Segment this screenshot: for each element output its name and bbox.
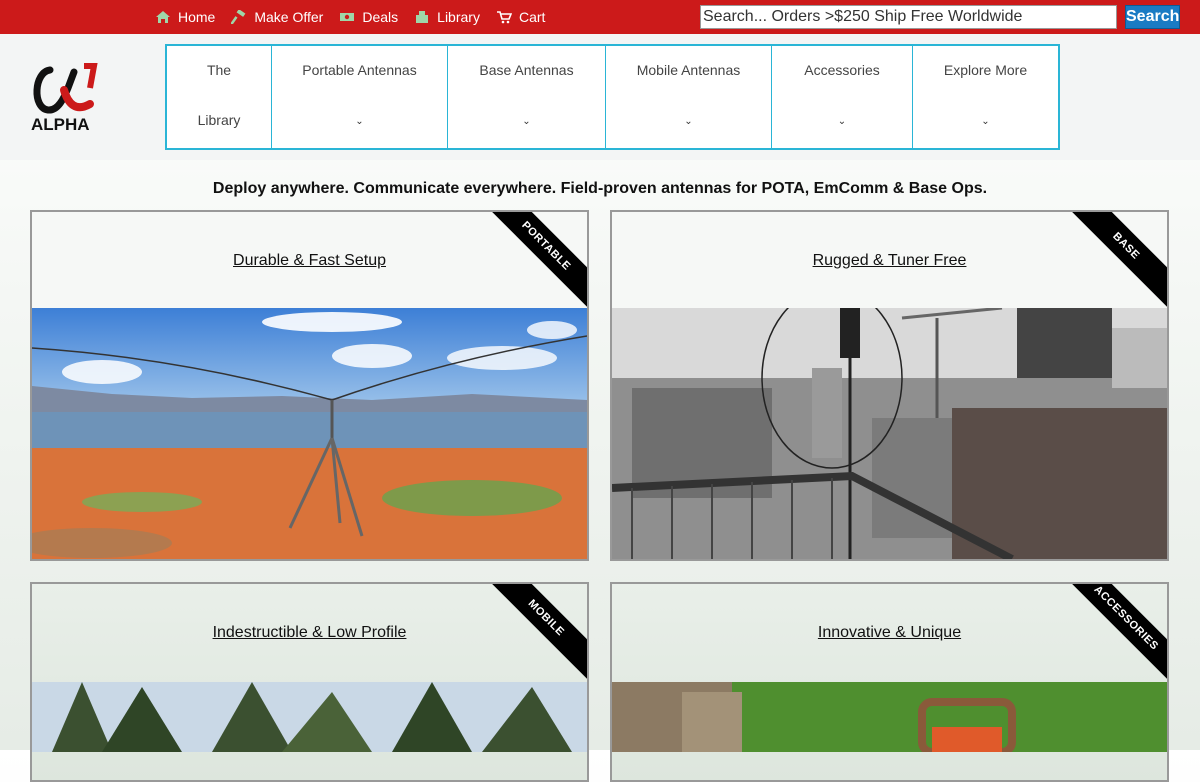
nav-the-library-line2: Library	[197, 112, 241, 128]
chevron-down-icon: ⌄	[355, 116, 364, 127]
accessories-photo	[612, 682, 1167, 752]
top-bar: Home Make Offer Deals Library Cart Searc…	[0, 0, 1200, 34]
nav-the-library-line1: The	[206, 62, 232, 78]
topnav-home[interactable]: Home	[155, 9, 215, 25]
base-antenna-photo	[612, 308, 1167, 559]
money-icon	[340, 13, 355, 21]
home-icon	[156, 11, 170, 23]
tagline: Deploy anywhere. Communicate everywhere.…	[212, 180, 988, 197]
card-base[interactable]: Rugged & Tuner Free BASE	[610, 210, 1169, 561]
nav-portable-antennas[interactable]: Portable Antennas ⌄	[272, 46, 448, 148]
search-input[interactable]	[700, 5, 1117, 29]
nav-base-antennas[interactable]: Base Antennas ⌄	[448, 46, 606, 148]
topnav-make-offer[interactable]: Make Offer	[231, 9, 323, 25]
topnav-make-offer-label: Make Offer	[254, 9, 324, 25]
nav-explore-more[interactable]: Explore More ⌄	[913, 46, 1058, 148]
card-mobile[interactable]: Indestructible & Low Profile MOBILE	[30, 582, 589, 782]
header: ALPHA The Library Portable Antennas ⌄ Ba…	[0, 34, 1200, 160]
alpha-logo[interactable]: ALPHA	[28, 60, 103, 134]
topnav-library-label: Library	[437, 9, 480, 25]
card-title[interactable]: Indestructible & Low Profile	[32, 624, 587, 642]
nav-mobile-antennas[interactable]: Mobile Antennas ⌄	[606, 46, 772, 148]
chevron-down-icon: ⌄	[684, 116, 693, 127]
mobile-antenna-photo	[32, 682, 587, 752]
chevron-down-icon: ⌄	[522, 116, 531, 127]
nav-accessories[interactable]: Accessories ⌄	[772, 46, 913, 148]
topnav-cart[interactable]: Cart	[496, 9, 545, 25]
card-portable[interactable]: Durable & Fast Setup PORTABLE	[30, 210, 589, 561]
alpha-logo-mark: ALPHA	[31, 63, 98, 134]
top-nav: Home Make Offer Deals Library Cart	[155, 0, 561, 34]
books-icon	[416, 11, 429, 23]
topnav-deals[interactable]: Deals	[339, 9, 398, 25]
chevron-down-icon: ⌄	[981, 116, 990, 127]
chevron-down-icon: ⌄	[837, 116, 847, 127]
nav-portable-antennas-label: Portable Antennas	[302, 62, 417, 78]
topnav-library[interactable]: Library	[414, 9, 480, 25]
card-accessories[interactable]: Innovative & Unique ACCESSORIES	[610, 582, 1169, 782]
topnav-cart-label: Cart	[518, 9, 546, 25]
nav-accessories-label: Accessories	[804, 62, 880, 78]
hammer-icon	[231, 10, 246, 24]
main-nav: The Library Portable Antennas ⌄ Base Ant…	[165, 44, 1060, 150]
alpha-logo-text: ALPHA	[31, 115, 90, 134]
card-title[interactable]: Rugged & Tuner Free	[612, 252, 1167, 270]
nav-the-library[interactable]: The Library	[167, 46, 272, 148]
topnav-deals-label: Deals	[362, 9, 399, 25]
portable-antenna-photo	[32, 308, 587, 559]
nav-explore-more-label: Explore More	[943, 62, 1028, 78]
cart-icon	[496, 11, 512, 24]
nav-base-antennas-label: Base Antennas	[479, 62, 574, 78]
card-title[interactable]: Innovative & Unique	[612, 624, 1167, 642]
search-button[interactable]: Search	[1125, 5, 1180, 29]
nav-mobile-antennas-label: Mobile Antennas	[636, 62, 741, 78]
topnav-home-label: Home	[178, 9, 216, 25]
card-title[interactable]: Durable & Fast Setup	[32, 252, 587, 270]
